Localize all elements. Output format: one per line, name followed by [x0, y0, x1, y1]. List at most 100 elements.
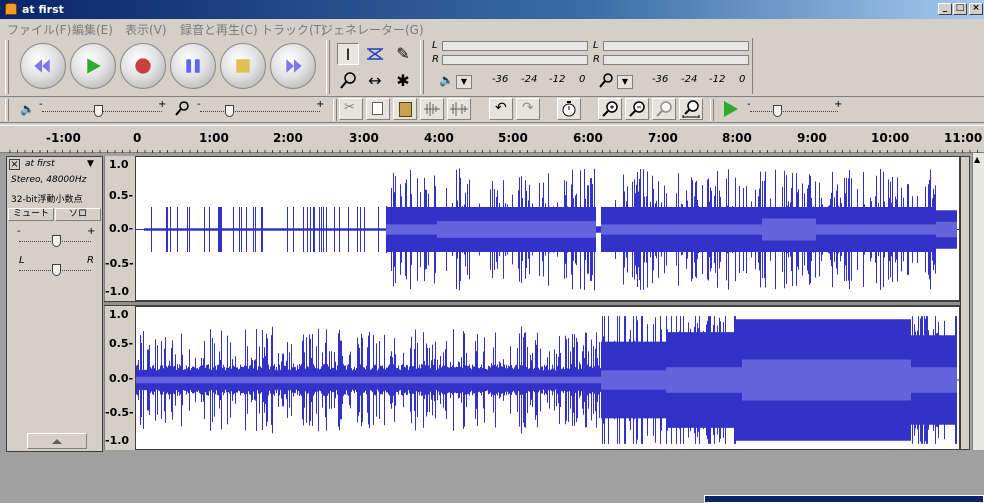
track-format: Stereo, 48000Hz — [11, 175, 87, 185]
minimize-button[interactable]: _ — [938, 3, 952, 15]
pan-left-label: L — [19, 255, 25, 266]
playback-volume-thumb[interactable] — [94, 105, 103, 117]
toolbar-grip[interactable] — [333, 99, 337, 121]
playback-meter-right — [442, 55, 588, 65]
playback-meter-dropdown[interactable]: ▼ — [456, 75, 472, 89]
ruler-label: 0 — [133, 131, 142, 145]
vertical-scrollbar[interactable]: ▲ — [972, 153, 984, 450]
copy-button[interactable] — [366, 98, 390, 120]
scroll-up-icon[interactable]: ▲ — [974, 155, 980, 164]
collapse-track-button[interactable] — [27, 433, 87, 449]
draw-tool-icon[interactable]: ✎ — [392, 43, 414, 65]
multi-tool-icon[interactable]: ✱ — [392, 70, 414, 92]
skip-start-icon — [34, 59, 50, 73]
gain-thumb[interactable] — [52, 235, 61, 247]
menu-transport[interactable]: 録音と再生(C) — [180, 21, 258, 38]
track-control-panel: × at first ▼ Stereo, 48000Hz 32-bit浮動小数点… — [6, 156, 103, 452]
background-window-edge — [704, 495, 984, 503]
toolbar-divider — [0, 122, 984, 123]
stop-button[interactable] — [220, 43, 266, 89]
menu-edit[interactable]: 編集(E) — [72, 21, 113, 38]
play-speed-slider[interactable] — [750, 111, 838, 112]
redo-icon: ↷ — [522, 100, 534, 116]
zoom-out-button[interactable] — [625, 98, 649, 120]
zoom-in-icon — [602, 101, 618, 117]
waveform-right-channel[interactable] — [135, 306, 960, 450]
close-button[interactable]: × — [969, 3, 983, 15]
play-at-speed-button[interactable] — [719, 98, 741, 120]
waveform-left-svg — [136, 168, 959, 291]
sync-lock-button[interactable] — [557, 98, 581, 120]
toolbar-grip[interactable] — [5, 40, 9, 94]
record-button[interactable] — [120, 43, 166, 89]
copy-icon — [372, 102, 383, 115]
gain-min-label: - — [17, 226, 21, 237]
ruler-label: 10:00 — [871, 131, 910, 145]
play-speed-thumb[interactable] — [773, 105, 782, 117]
trim-button[interactable] — [420, 98, 444, 120]
play-button[interactable] — [70, 43, 116, 89]
input-volume-thumb[interactable] — [225, 105, 234, 117]
skip-end-button[interactable] — [270, 43, 316, 89]
scale-label: 1.0 — [109, 158, 129, 171]
pause-button[interactable] — [170, 43, 216, 89]
mute-button[interactable]: ミュート — [8, 208, 54, 221]
toolbar-grip[interactable] — [5, 99, 9, 121]
scale-label: 0.5- — [109, 189, 134, 202]
menu-file[interactable]: ファイル(F) — [7, 21, 71, 38]
track-close-button[interactable]: × — [9, 159, 20, 170]
envelope-tool-icon[interactable] — [364, 43, 386, 65]
paste-icon — [399, 102, 412, 117]
menu-tracks[interactable]: トラック(T) — [261, 21, 326, 38]
track-menu-dropdown-icon[interactable]: ▼ — [87, 159, 94, 169]
maximize-button[interactable]: □ — [953, 3, 967, 15]
skip-start-button[interactable] — [20, 43, 66, 89]
cut-button[interactable]: ✂ — [339, 98, 363, 120]
scale-label: 0.0- — [109, 222, 134, 235]
solo-button[interactable]: ソロ — [55, 208, 101, 221]
ruler-label: 1:00 — [199, 131, 229, 145]
up-triangle-icon — [52, 439, 62, 444]
timeshift-tool-icon[interactable]: ↔ — [364, 70, 386, 92]
timeline-ruler[interactable]: -1:00 0 1:00 2:00 3:00 4:00 5:00 6:00 7:… — [0, 125, 984, 153]
undo-button[interactable]: ↶ — [489, 98, 513, 120]
scale-label: 0.5- — [109, 337, 134, 350]
zoom-fit-button[interactable] — [679, 98, 703, 120]
ruler-label: 5:00 — [498, 131, 528, 145]
selection-tool-icon[interactable]: I — [337, 43, 359, 65]
play-at-speed-icon — [724, 101, 738, 117]
track-right-border — [960, 156, 970, 450]
ruler-label: 3:00 — [349, 131, 379, 145]
paste-button[interactable] — [393, 98, 417, 120]
input-volume-slider[interactable] — [200, 111, 320, 112]
toolbar-grip[interactable] — [710, 99, 714, 121]
slider-max-label: + — [316, 99, 325, 110]
input-microphone-icon — [175, 101, 189, 116]
zoom-selection-button[interactable] — [652, 98, 676, 120]
slider-min-label: - — [39, 99, 43, 110]
toolbar-grip[interactable] — [420, 40, 424, 94]
volume-speaker-icon: 🔈 — [20, 102, 35, 116]
redo-button[interactable]: ↷ — [516, 98, 540, 120]
meter-tick: -36 — [652, 74, 669, 85]
meter-tick: -24 — [681, 74, 698, 85]
waveform-left-channel[interactable] — [135, 156, 960, 301]
ruler-label: 9:00 — [797, 131, 827, 145]
scale-label: 1.0 — [109, 308, 129, 321]
silence-button[interactable] — [447, 98, 471, 120]
speaker-icon: 🔈 — [439, 73, 454, 87]
toolbar-grip[interactable] — [326, 40, 330, 94]
pan-thumb[interactable] — [52, 264, 61, 276]
menu-view[interactable]: 表示(V) — [125, 21, 167, 38]
zoom-out-icon — [629, 101, 645, 117]
track-name[interactable]: at first — [25, 159, 55, 169]
silence-icon — [450, 102, 468, 116]
ruler-label: 4:00 — [424, 131, 454, 145]
scale-label: -1.0 — [105, 434, 130, 447]
slider-max-label: + — [834, 99, 843, 110]
record-meter-dropdown[interactable]: ▼ — [617, 75, 633, 89]
menu-generate[interactable]: ジェネレーター(G) — [321, 21, 424, 38]
zoom-in-button[interactable] — [598, 98, 622, 120]
zoom-tool-icon[interactable] — [337, 70, 359, 92]
undo-icon: ↶ — [495, 100, 507, 116]
